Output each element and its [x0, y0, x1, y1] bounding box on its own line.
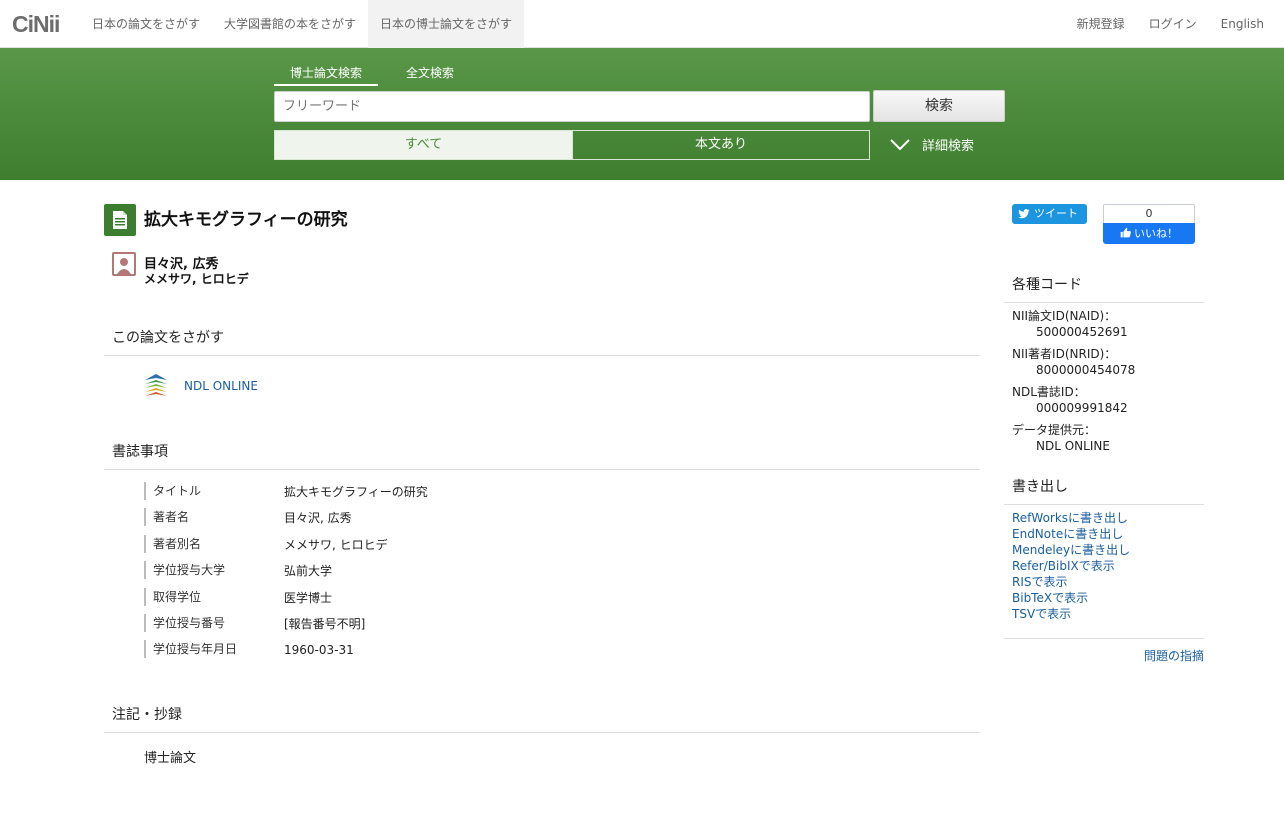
biblio-key: 著者名 — [144, 508, 189, 527]
export-bibtex-link[interactable]: BibTeXで表示 — [1012, 590, 1130, 606]
code-item: NDL書誌ID： 000009991842 — [1012, 384, 1135, 416]
top-nav: CiNii 日本の論文をさがす 大学図書館の本をさがす 日本の博士論文をさがす … — [0, 0, 1284, 48]
like-button[interactable]: いいね！ — [1103, 223, 1195, 244]
code-value: 500000452691 — [1036, 325, 1128, 339]
nav-right: 新規登録 ログイン English — [1065, 0, 1276, 48]
login-link[interactable]: ログイン — [1137, 0, 1209, 48]
biblio-value: 1960-03-31 — [284, 643, 354, 658]
export-refworks-link[interactable]: RefWorksに書き出し — [1012, 510, 1130, 526]
signup-link[interactable]: 新規登録 — [1065, 0, 1137, 48]
code-key: NII著者ID(NRID)： — [1012, 347, 1117, 361]
nav-tab-dissertations[interactable]: 日本の博士論文をさがす — [368, 0, 525, 48]
divider — [1004, 638, 1204, 639]
report-problem-link[interactable]: 問題の指摘 — [1144, 647, 1204, 664]
fulltext-filter: すべて 本文あり — [274, 130, 870, 160]
like-count: 0 — [1103, 204, 1195, 223]
search-band: 博士論文検索 全文検索 検索 すべて 本文あり 詳細検索 — [0, 48, 1284, 180]
tweet-button[interactable]: ツイート — [1012, 204, 1087, 224]
ndl-online-link[interactable]: NDL ONLINE — [184, 379, 258, 393]
biblio-key: 著者別名 — [144, 534, 201, 553]
cinii-logo[interactable]: CiNii — [12, 11, 60, 38]
export-mendeley-link[interactable]: Mendeleyに書き出し — [1012, 542, 1130, 558]
biblio-value: 弘前大学 — [284, 564, 333, 579]
biblio-key: 取得学位 — [144, 587, 201, 606]
nav-tabs: 日本の論文をさがす 大学図書館の本をさがす 日本の博士論文をさがす — [80, 0, 525, 48]
biblio-heading: 書誌事項 — [104, 441, 980, 470]
biblio-value: 目々沢, 広秀 — [284, 511, 352, 526]
page-title: 拡大キモグラフィーの研究 — [144, 210, 348, 230]
search-button[interactable]: 検索 — [873, 90, 1005, 122]
biblio-value: 医学博士 — [284, 590, 333, 605]
codes-list: NII論文ID(NAID)： 500000452691 NII著者ID(NRID)… — [1012, 308, 1135, 460]
biblio-key: 学位授与大学 — [144, 561, 225, 580]
biblio-key: タイトル — [144, 482, 201, 500]
english-link[interactable]: English — [1209, 0, 1276, 48]
document-icon — [104, 204, 136, 236]
code-item: NII著者ID(NRID)： 8000000454078 — [1012, 346, 1135, 378]
export-links: RefWorksに書き出し EndNoteに書き出し Mendeleyに書き出し… — [1012, 510, 1130, 622]
code-value: NDL ONLINE — [1036, 439, 1110, 453]
biblio-value: 拡大キモグラフィーの研究 — [284, 485, 428, 499]
biblio-value: メメサワ, ヒロヒデ — [284, 537, 388, 552]
export-refer-link[interactable]: Refer/BibIXで表示 — [1012, 558, 1130, 574]
export-heading: 書き出し — [1004, 476, 1204, 505]
facebook-like[interactable]: 0 いいね！ — [1103, 204, 1195, 244]
filter-with-fulltext[interactable]: 本文あり — [572, 131, 869, 159]
ndl-logo-icon — [144, 373, 168, 399]
code-value: 000009991842 — [1036, 401, 1128, 415]
code-value: 8000000454078 — [1036, 363, 1136, 377]
author-name-kana: メメサワ, ヒロヒデ — [144, 272, 249, 286]
export-ris-link[interactable]: RISで表示 — [1012, 574, 1130, 590]
nav-tab-books[interactable]: 大学図書館の本をさがす — [212, 0, 368, 48]
tab-fulltext-search[interactable]: 全文検索 — [378, 65, 482, 86]
thumbs-up-icon — [1120, 227, 1131, 238]
like-label: いいね！ — [1134, 227, 1178, 240]
find-heading: この論文をさがす — [104, 327, 980, 356]
chevron-down-icon — [890, 138, 910, 150]
person-icon — [112, 252, 136, 276]
search-input[interactable] — [274, 91, 870, 122]
codes-heading: 各種コード — [1004, 274, 1204, 303]
biblio-key: 学位授与年月日 — [144, 640, 237, 659]
twitter-bird-icon — [1018, 209, 1030, 219]
nav-tab-articles[interactable]: 日本の論文をさがす — [80, 0, 212, 48]
advanced-search-toggle[interactable]: 詳細検索 — [890, 135, 974, 154]
code-item: NII論文ID(NAID)： 500000452691 — [1012, 308, 1135, 340]
export-endnote-link[interactable]: EndNoteに書き出し — [1012, 526, 1130, 542]
export-tsv-link[interactable]: TSVで表示 — [1012, 606, 1130, 622]
advanced-search-label: 詳細検索 — [922, 139, 975, 154]
notes-text: 博士論文 — [144, 751, 197, 766]
code-key: NDL書誌ID： — [1012, 385, 1086, 399]
notes-heading: 注記・抄録 — [104, 704, 980, 733]
biblio-value: [報告番号不明] — [284, 616, 366, 631]
tweet-label: ツイート — [1034, 207, 1078, 220]
filter-all[interactable]: すべて — [275, 131, 572, 159]
code-key: NII論文ID(NAID)： — [1012, 309, 1117, 323]
code-item: データ提供元： NDL ONLINE — [1012, 422, 1135, 454]
code-key: データ提供元： — [1012, 423, 1097, 437]
tab-dissertation-search[interactable]: 博士論文検索 — [274, 65, 378, 86]
biblio-key: 学位授与番号 — [144, 613, 225, 632]
search-tabs: 博士論文検索 全文検索 — [274, 65, 482, 86]
